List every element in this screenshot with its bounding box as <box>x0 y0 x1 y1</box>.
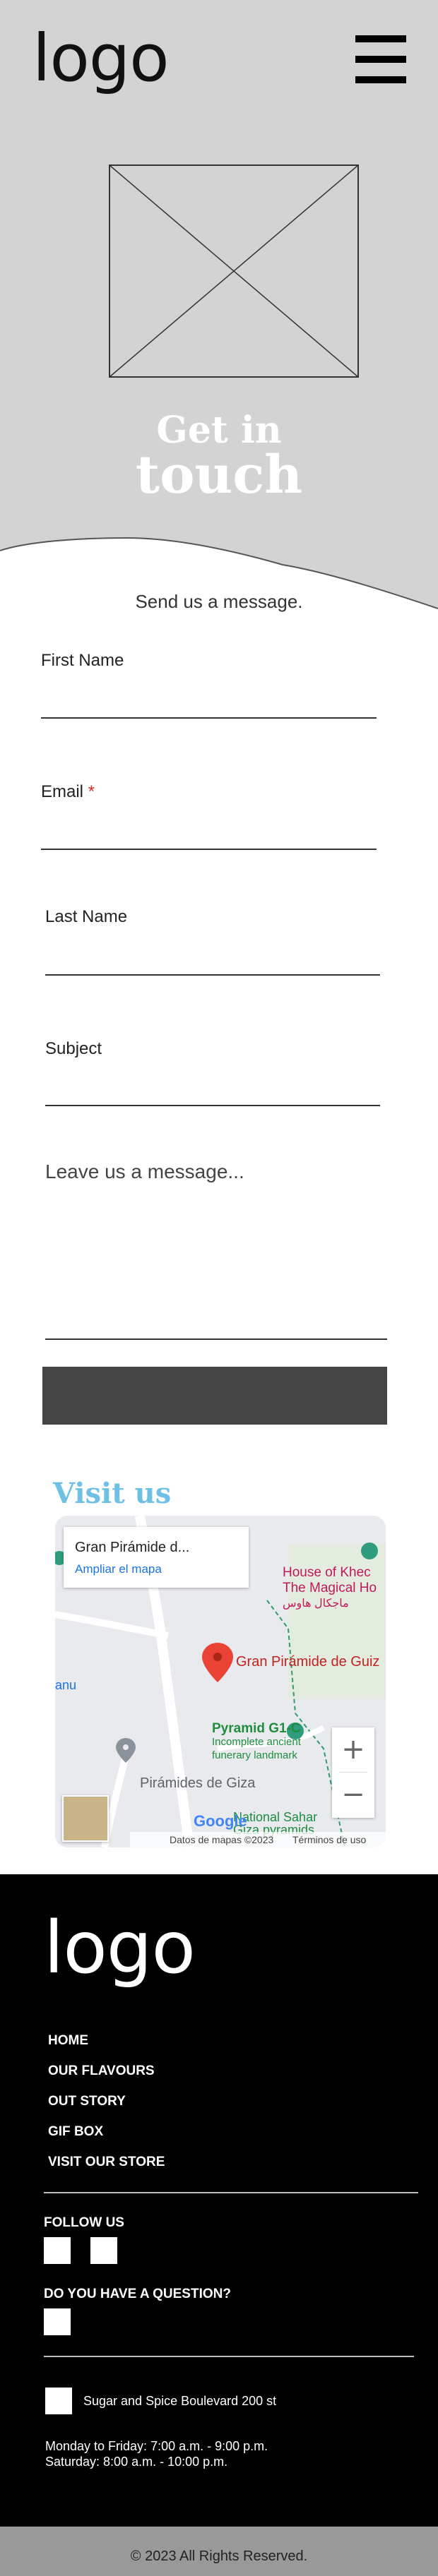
poi-house-label: House of Khec The Magical Ho ماجكال هاوس <box>283 1565 377 1612</box>
map-zoom-controls: + − <box>332 1727 374 1818</box>
map-left-fragment: anu <box>55 1678 77 1692</box>
hero-title-line2: touch <box>135 445 303 505</box>
google-map[interactable]: Gran Pirámide d... Ampliar el mapa House… <box>55 1516 386 1847</box>
subject-input[interactable] <box>45 1074 380 1103</box>
google-logo: Google <box>194 1812 247 1830</box>
poi-piramides-label: Pirámides de Giza <box>140 1775 256 1791</box>
question-title: DO YOU HAVE A QUESTION? <box>44 2287 231 2301</box>
enlarge-map-link[interactable]: Ampliar el mapa <box>75 1562 162 1576</box>
footer-nav-visit-our-store[interactable]: VISIT OUR STORE <box>48 2155 165 2170</box>
poi-pyramid-g1c-sub2: funerary landmark <box>212 1749 297 1761</box>
store-address: Sugar and Spice Boulevard 200 st <box>83 2394 277 2408</box>
social-icon-2[interactable] <box>90 2237 117 2264</box>
map-place-card: Gran Pirámide d... Ampliar el mapa <box>64 1527 249 1588</box>
map-pin-label: Gran Pirámide de Guiz <box>236 1654 380 1670</box>
copyright-text: © 2023 All Rights Reserved. <box>130 2548 308 2564</box>
map-attribution: Datos de mapas ©2023 <box>170 1834 274 1845</box>
email-label-text: Email <box>41 782 84 801</box>
footer-nav-gif-box[interactable]: GIF BOX <box>48 2124 103 2140</box>
form-subtitle: Send us a message. <box>135 591 303 612</box>
message-placeholder: Leave us a message... <box>45 1161 244 1182</box>
footer-logo[interactable]: logo <box>44 1906 196 1991</box>
poi-house-line1: House of Khec <box>283 1565 371 1580</box>
location-icon <box>45 2388 72 2414</box>
hours-weekday: Monday to Friday: 7:00 a.m. - 9:00 p.m. <box>45 2439 268 2453</box>
first-name-label: First Name <box>41 651 124 670</box>
last-name-input[interactable] <box>45 943 380 971</box>
poi-pyramid-g1c-title: Pyramid G1-C <box>212 1721 301 1736</box>
follow-us-title: FOLLOW US <box>44 2215 124 2230</box>
subject-underline <box>45 1105 380 1106</box>
last-name-label: Last Name <box>45 907 128 926</box>
visit-title: Visit us <box>53 1477 172 1510</box>
zoom-in-button[interactable]: + <box>332 1727 374 1771</box>
message-underline <box>45 1338 387 1340</box>
map-attribution-bar: Datos de mapas ©2023 Términos de uso <box>130 1832 386 1847</box>
footer-nav-out-story[interactable]: OUT STORY <box>48 2094 126 2109</box>
footer-nav-our-flavours[interactable]: OUR FLAVOURS <box>48 2063 155 2079</box>
footer-divider-2 <box>44 2356 414 2357</box>
hours-saturday: Saturday: 8:00 a.m. - 10:00 p.m. <box>45 2455 228 2469</box>
poi-house-line2: The Magical Ho <box>283 1581 377 1595</box>
poi-house-arabic: ماجكال هاوس <box>283 1598 349 1610</box>
first-name-input[interactable] <box>41 686 377 714</box>
poi-pyramid-g1c-sub1: Incomplete ancient <box>212 1736 301 1748</box>
subject-label: Subject <box>45 1039 102 1058</box>
image-placeholder <box>109 164 359 378</box>
header-logo[interactable]: logo <box>32 20 170 97</box>
first-name-underline <box>41 717 377 719</box>
required-asterisk: * <box>88 782 95 801</box>
place-card-title: Gran Pirámide d... <box>75 1540 190 1555</box>
email-underline <box>41 849 377 850</box>
satellite-toggle-thumbnail[interactable] <box>62 1795 109 1842</box>
zoom-out-button[interactable]: − <box>332 1773 374 1816</box>
footer-nav-home[interactable]: HOME <box>48 2033 88 2049</box>
footer-divider-1 <box>44 2192 418 2193</box>
submit-button[interactable] <box>42 1367 387 1425</box>
email-input[interactable] <box>41 817 377 846</box>
last-name-underline <box>45 974 380 976</box>
poi-pyramid-g1c: Pyramid G1-C Incomplete ancient funerary… <box>212 1722 301 1762</box>
hamburger-menu-icon[interactable] <box>355 35 406 83</box>
contact-icon[interactable] <box>44 2308 71 2335</box>
email-label: Email * <box>41 782 95 802</box>
map-terms-link[interactable]: Términos de uso <box>292 1834 366 1845</box>
social-icon-1[interactable] <box>44 2237 71 2264</box>
message-textarea[interactable] <box>45 1193 386 1334</box>
